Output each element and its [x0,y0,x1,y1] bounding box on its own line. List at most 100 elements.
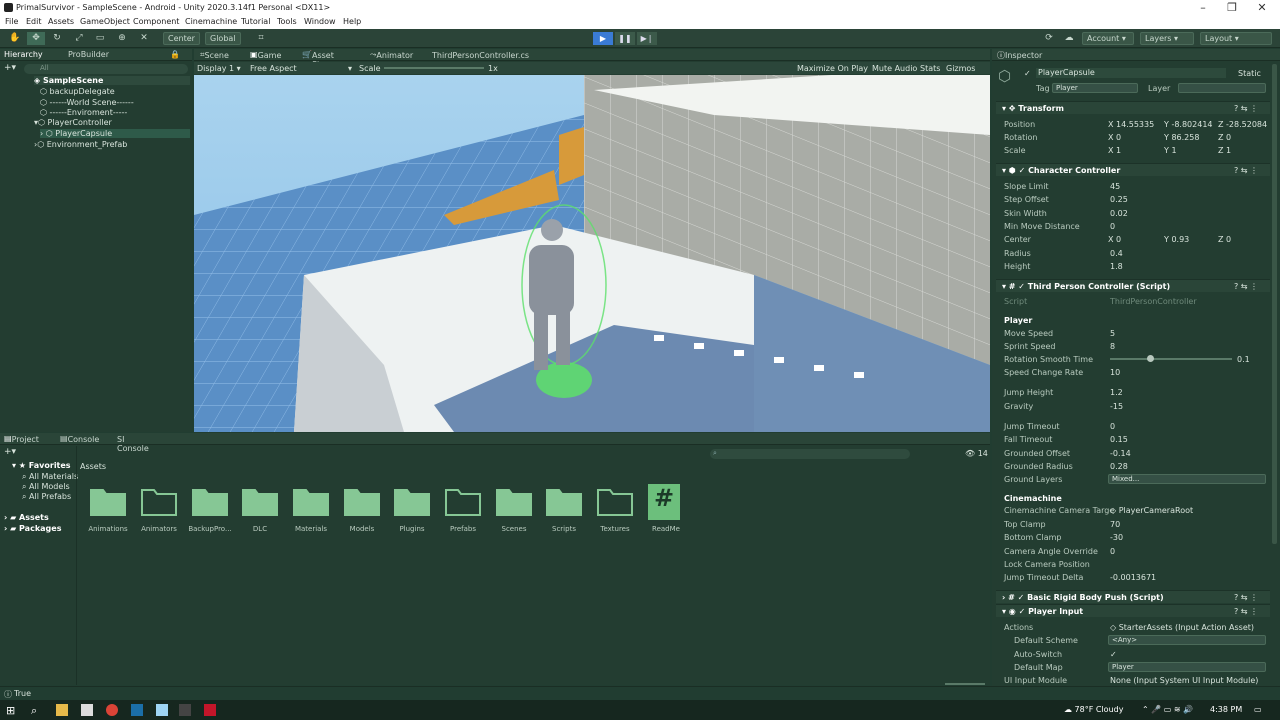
transform-tool-icon[interactable]: ⊕ [113,32,131,45]
custom-tool-icon[interactable]: ✕ [135,32,153,45]
position-y[interactable]: Y -8.802414 [1164,120,1213,129]
inspector-scrollbar[interactable] [1272,64,1277,544]
cc-field-value[interactable]: 0.4 [1110,249,1123,258]
notepad-icon[interactable] [156,704,168,716]
chrome-icon[interactable] [106,704,118,716]
tpc-field-value[interactable]: 0.15 [1110,435,1128,444]
menu-help[interactable]: Help [343,17,361,26]
menu-assets[interactable]: Assets [48,17,74,26]
add-asset-icon[interactable]: +▾ [4,447,16,457]
gizmos-toggle[interactable]: Gizmos [946,64,975,73]
folder-icon[interactable] [597,486,633,516]
cloud-icon[interactable]: ☁ [1060,32,1078,45]
cine-field-value[interactable]: 0 [1110,547,1115,556]
tpc-field-value[interactable]: 8 [1110,342,1115,351]
steam-icon[interactable] [131,704,143,716]
component-menu-icon[interactable]: ? ⇆ ⋮ [1234,104,1258,113]
folder-icon[interactable] [242,486,278,516]
pivot-global-toggle[interactable]: Global [205,32,241,45]
rotation-y[interactable]: Y 86.258 [1164,133,1199,142]
cc-field-value[interactable]: 1.8 [1110,262,1123,271]
center-z[interactable]: Z 0 [1218,235,1231,244]
system-tray-icons[interactable]: ⌃ 🎤 ▭ ≋ 🔊 [1142,705,1193,714]
tpc-field-value[interactable]: -0.14 [1110,449,1131,458]
hierarchy-item[interactable]: ⬡ ------World Scene------ [40,98,134,107]
tpc-field-value[interactable]: 0 [1110,422,1115,431]
account-dropdown[interactable]: Account ▾ [1082,32,1134,45]
component-menu-icon[interactable]: ? ⇆ ⋮ [1234,282,1258,291]
rigidbody-push-header[interactable]: › # ✓ Basic Rigid Body Push (Script)? ⇆ … [996,590,1270,603]
ui-input-field[interactable]: None (Input System UI Input Module) [1110,676,1258,685]
scale-tool-icon[interactable]: ⤢ [70,32,88,45]
tab-hierarchy[interactable]: Hierarchy [4,50,43,59]
move-tool-icon[interactable]: ✥ [27,32,45,45]
scale-y[interactable]: Y 1 [1164,146,1177,155]
folder-icon[interactable] [445,486,481,516]
menu-gameobject[interactable]: GameObject [80,17,130,26]
step-button[interactable]: ▶❘ [637,32,657,45]
tab-inspector[interactable]: ⓘ Inspector [997,50,1042,61]
rotate-tool-icon[interactable]: ↻ [48,32,66,45]
hierarchy-search-input[interactable]: All [24,64,188,74]
store-icon[interactable] [81,704,93,716]
center-x[interactable]: X 0 [1108,235,1121,244]
cc-field-value[interactable]: 0 [1110,222,1115,231]
active-checkbox[interactable]: ✓ [1024,69,1031,78]
collab-icon[interactable]: ⟳ [1040,32,1058,45]
unity-taskbar-icon[interactable] [179,704,191,716]
favorite-item[interactable]: ⌕ All Models [22,482,70,492]
grid-snap-icon[interactable]: ⌗ [252,32,270,45]
scale-slider[interactable] [384,67,484,69]
tpc-field-value[interactable]: 5 [1110,329,1115,338]
cc-field-value[interactable]: 0.25 [1110,195,1128,204]
close-icon[interactable]: ✕ [1252,1,1272,14]
folder-icon[interactable] [192,486,228,516]
component-menu-icon[interactable]: ? ⇆ ⋮ [1234,166,1258,175]
maximize-on-play-toggle[interactable]: Maximize On Play [797,64,868,73]
menu-edit[interactable]: Edit [26,17,42,26]
recorder-icon[interactable] [204,704,216,716]
folder-icon[interactable] [141,486,177,516]
layers-dropdown[interactable]: Layers ▾ [1140,32,1194,45]
hierarchy-item-selected[interactable]: › ⬡ PlayerCapsule [40,129,190,138]
rotation-z[interactable]: Z 0 [1218,133,1231,142]
tab-animator[interactable]: ⤳ Animator [370,50,413,60]
scale-z[interactable]: Z 1 [1218,146,1231,155]
rotation-x[interactable]: X 0 [1108,133,1121,142]
folder-icon[interactable] [394,486,430,516]
play-button[interactable]: ▶ [593,32,613,45]
tpc-field-value[interactable]: 10 [1110,368,1120,377]
cine-field-value[interactable]: -0.0013671 [1110,573,1156,582]
tpc-field-value[interactable]: -15 [1110,402,1123,411]
menu-tutorial[interactable]: Tutorial [241,17,270,26]
auto-switch-checkbox[interactable]: ✓ [1110,650,1117,659]
hierarchy-scene-row[interactable]: ◈ SampleScene [34,76,190,85]
stats-toggle[interactable]: Stats [920,64,940,73]
actions-field[interactable]: ◇ StarterAssets (Input Action Asset) [1110,623,1254,632]
menu-tools[interactable]: Tools [277,17,297,26]
notification-icon[interactable]: ▭ [1254,705,1262,714]
pause-button[interactable]: ❚❚ [615,32,635,45]
cc-field-value[interactable]: 45 [1110,182,1120,191]
tpc-field-value[interactable]: 0.28 [1110,462,1128,471]
layer-dropdown[interactable] [1178,83,1266,93]
restore-icon[interactable]: ❐ [1222,1,1242,14]
slider-knob[interactable] [1147,355,1154,362]
rotation-smooth-slider[interactable] [1110,358,1232,360]
favorite-item[interactable]: ⌕ All Materials [22,472,78,482]
position-x[interactable]: X 14.55335 [1108,120,1154,129]
tab-game[interactable]: ▣ Game [250,50,281,60]
mute-audio-toggle[interactable]: Mute Audio [872,64,917,73]
minimize-icon[interactable]: – [1193,1,1213,14]
static-toggle[interactable]: Static [1238,69,1261,78]
default-map-dropdown[interactable]: Player [1108,662,1266,672]
tab-asset-store[interactable]: 🛒 Asset Store [302,50,334,69]
menu-component[interactable]: Component [133,17,179,26]
menu-cinemachine[interactable]: Cinemachine [185,17,237,26]
windows-start-icon[interactable]: ⊞ [6,704,18,717]
tab-scene[interactable]: ⌗ Scene [200,50,229,60]
project-breadcrumb[interactable]: Assets [80,462,106,471]
tpc-field-value[interactable]: 1.2 [1110,388,1123,397]
tab-project[interactable]: ▤ Project [4,434,39,444]
pivot-center-toggle[interactable]: Center [163,32,200,45]
